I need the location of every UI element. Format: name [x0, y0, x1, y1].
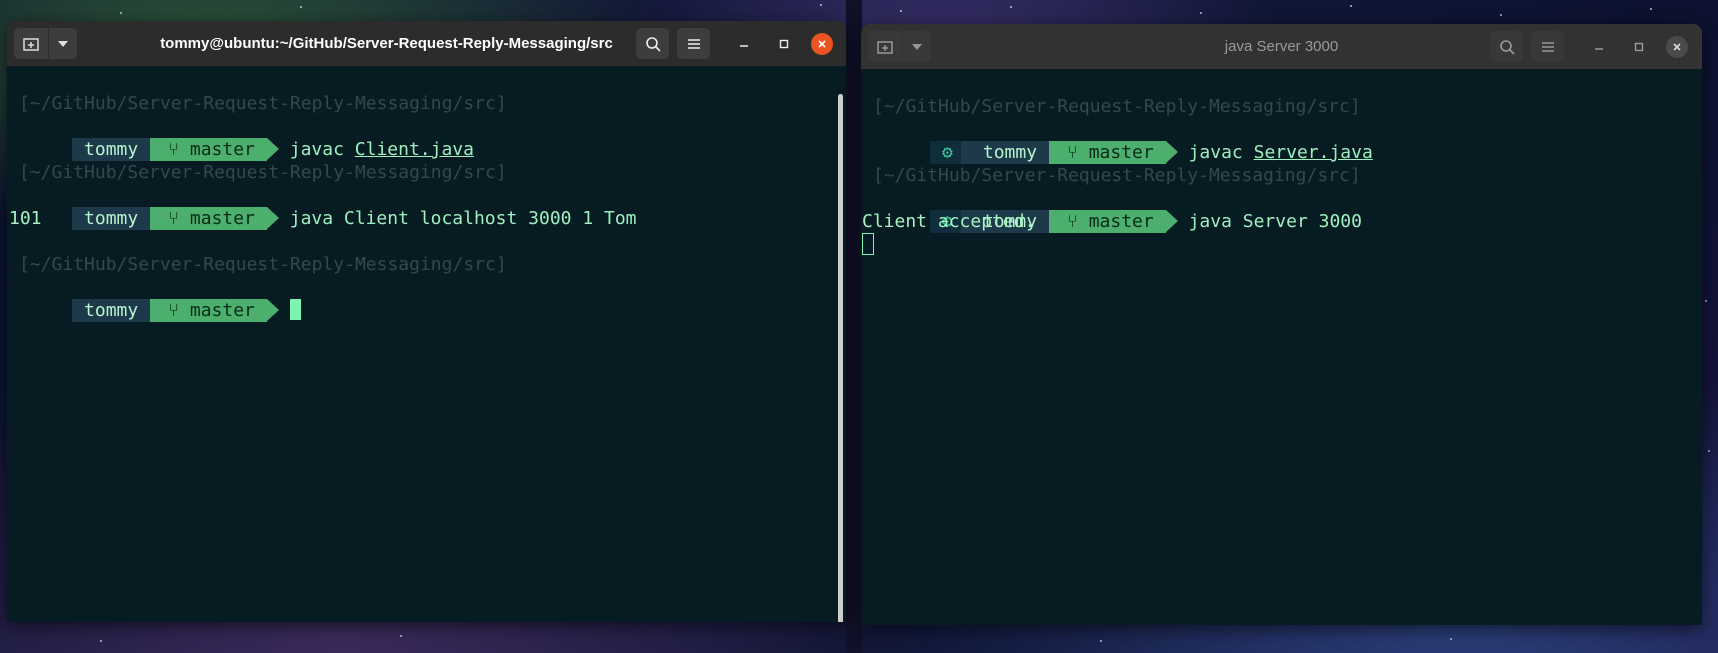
search-icon	[1499, 39, 1515, 55]
git-branch-icon: ⑂	[168, 139, 190, 160]
close-icon	[1673, 43, 1681, 51]
search-button[interactable]	[636, 28, 669, 59]
close-button[interactable]	[811, 33, 833, 55]
close-icon	[818, 40, 826, 48]
command-output: 101	[9, 208, 42, 229]
prompt-line: tommy ⑂ master javac Client.java	[7, 115, 474, 161]
chevron-down-icon	[58, 40, 68, 47]
tab-dropdown-button[interactable]	[49, 28, 77, 59]
prompt-user: tommy	[960, 141, 1050, 164]
command-file-link[interactable]: Server.java	[1254, 142, 1373, 163]
new-tab-icon	[877, 40, 893, 54]
command-text: javac	[1188, 142, 1243, 163]
new-tab-button[interactable]	[14, 28, 48, 59]
git-branch-icon: ⑂	[168, 300, 190, 321]
menu-button[interactable]	[677, 28, 710, 59]
new-tab-icon	[23, 37, 39, 51]
hamburger-menu-icon	[687, 38, 700, 49]
maximize-icon	[1634, 42, 1644, 52]
terminal-window-server[interactable]: java Server 3000 [~/GitHub/Server-Reques…	[861, 24, 1702, 625]
prompt-path: [~/GitHub/Server-Request-Reply-Messaging…	[19, 93, 507, 114]
git-branch-icon: ⑂	[1067, 211, 1089, 232]
prompt-user: tommy	[72, 207, 151, 230]
close-button[interactable]	[1666, 36, 1688, 58]
terminal-content[interactable]: [~/GitHub/Server-Request-Reply-Messaging…	[861, 69, 1702, 625]
titlebar[interactable]: tommy@ubuntu:~/GitHub/Server-Request-Rep…	[7, 21, 846, 67]
prompt-path: [~/GitHub/Server-Request-Reply-Messaging…	[873, 165, 1361, 186]
prompt-path: [~/GitHub/Server-Request-Reply-Messaging…	[873, 96, 1361, 117]
prompt-line: tommy ⑂ master java Client localhost 3000…	[7, 184, 637, 230]
prompt-branch: master	[189, 300, 255, 321]
text-cursor	[289, 299, 301, 320]
prompt-path: [~/GitHub/Server-Request-Reply-Messaging…	[19, 254, 507, 275]
gear-icon: ⚙	[930, 141, 961, 164]
minimize-icon	[740, 45, 748, 47]
search-icon	[645, 36, 661, 52]
desktop-gap	[846, 0, 862, 653]
command-file-link[interactable]: Client.java	[355, 139, 474, 160]
git-branch-icon: ⑂	[168, 208, 190, 229]
scrollbar[interactable]	[838, 94, 843, 622]
prompt-branch: master	[1088, 142, 1154, 163]
window-title: tommy@ubuntu:~/GitHub/Server-Request-Rep…	[160, 35, 613, 52]
prompt-line: tommy ⑂ master	[7, 276, 301, 322]
command-output: Client accepted.	[862, 211, 1036, 232]
prompt-user: tommy	[72, 299, 151, 322]
prompt-path: [~/GitHub/Server-Request-Reply-Messaging…	[19, 162, 507, 183]
maximize-icon	[779, 39, 789, 49]
minimize-icon	[1595, 48, 1603, 50]
command-text: java Client localhost 3000 1 Tom	[289, 208, 637, 229]
git-branch-icon: ⑂	[1067, 142, 1089, 163]
prompt-user: tommy	[72, 138, 151, 161]
command-text: java Server 3000	[1188, 211, 1362, 232]
maximize-button[interactable]	[1628, 36, 1650, 58]
text-cursor	[862, 233, 874, 255]
prompt-line: ⚙ tommy ⑂ master java Server 3000	[865, 187, 1362, 233]
command-text: javac	[289, 139, 344, 160]
prompt-branch: master	[189, 139, 255, 160]
new-tab-button[interactable]	[868, 31, 902, 62]
minimize-button[interactable]	[733, 33, 755, 55]
tab-dropdown-button[interactable]	[903, 31, 931, 62]
chevron-down-icon	[912, 43, 922, 50]
cursor-line	[862, 233, 874, 256]
terminal-content[interactable]: [~/GitHub/Server-Request-Reply-Messaging…	[7, 66, 846, 622]
minimize-button[interactable]	[1588, 36, 1610, 58]
hamburger-menu-icon	[1541, 41, 1554, 52]
menu-button[interactable]	[1531, 31, 1564, 62]
prompt-line: ⚙ tommy ⑂ master javac Server.java	[865, 118, 1373, 164]
search-button[interactable]	[1490, 31, 1523, 62]
window-title: java Server 3000	[1224, 38, 1339, 55]
prompt-branch: master	[189, 208, 255, 229]
maximize-button[interactable]	[773, 33, 795, 55]
titlebar[interactable]: java Server 3000	[861, 24, 1702, 70]
prompt-branch: master	[1088, 211, 1154, 232]
terminal-window-client[interactable]: tommy@ubuntu:~/GitHub/Server-Request-Rep…	[7, 21, 846, 622]
